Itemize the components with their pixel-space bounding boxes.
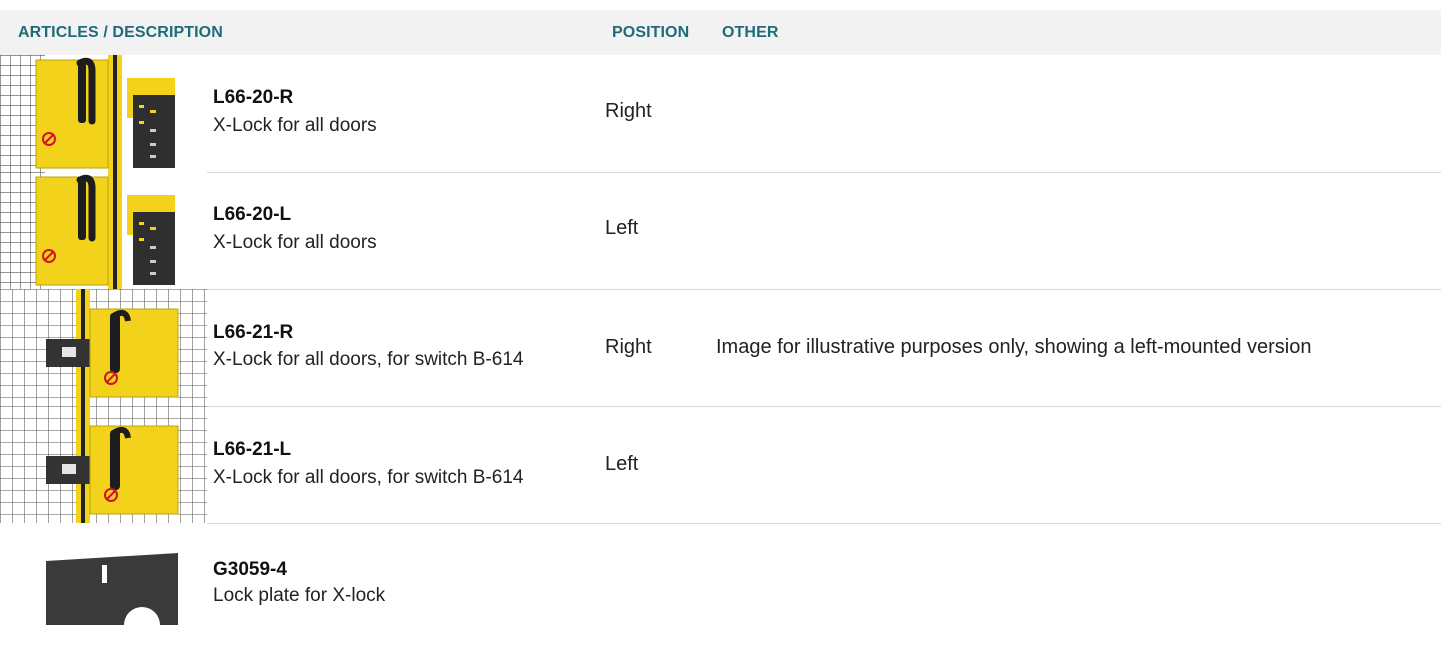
lock-plate-image <box>0 523 207 640</box>
article-code: G3059-4 <box>213 559 287 580</box>
article-position: Right <box>605 100 652 122</box>
article-code: L66-21-R <box>213 322 294 343</box>
table-row[interactable]: L66-21-R X-Lock for all doors, for switc… <box>0 289 1441 407</box>
table-header: ARTICLES / DESCRIPTION POSITION OTHER <box>0 10 1441 55</box>
article-code: L66-20-R <box>213 87 294 108</box>
article-code: L66-20-L <box>213 204 292 225</box>
article-description: X-Lock for all doors, for switch B-614 <box>213 349 524 370</box>
header-articles-description: ARTICLES / DESCRIPTION <box>18 24 223 41</box>
article-other: Image for illustrative purposes only, sh… <box>716 336 1312 358</box>
article-description: Lock plate for X-lock <box>213 585 386 606</box>
article-description: X-Lock for all doors <box>213 115 377 136</box>
x-lock-switch-image <box>0 406 207 523</box>
table-row[interactable]: L66-21-L X-Lock for all doors, for switc… <box>0 406 1441 524</box>
table-row[interactable]: L66-20-L X-Lock for all doors Left <box>0 172 1441 290</box>
x-lock-image <box>0 172 207 289</box>
article-position: Left <box>605 453 639 475</box>
table-row[interactable]: G3059-4 Lock plate for X-lock <box>0 523 1441 640</box>
header-position: POSITION <box>612 24 690 41</box>
article-code: L66-21-L <box>213 439 292 460</box>
table-row[interactable]: L66-20-R X-Lock for all doors Right <box>0 55 1441 173</box>
x-lock-image <box>0 55 207 172</box>
article-position: Left <box>605 217 639 239</box>
header-other: OTHER <box>722 24 779 41</box>
article-position: Right <box>605 336 652 358</box>
x-lock-switch-image <box>0 289 207 406</box>
article-description: X-Lock for all doors <box>213 232 377 253</box>
article-description: X-Lock for all doors, for switch B-614 <box>213 467 524 488</box>
